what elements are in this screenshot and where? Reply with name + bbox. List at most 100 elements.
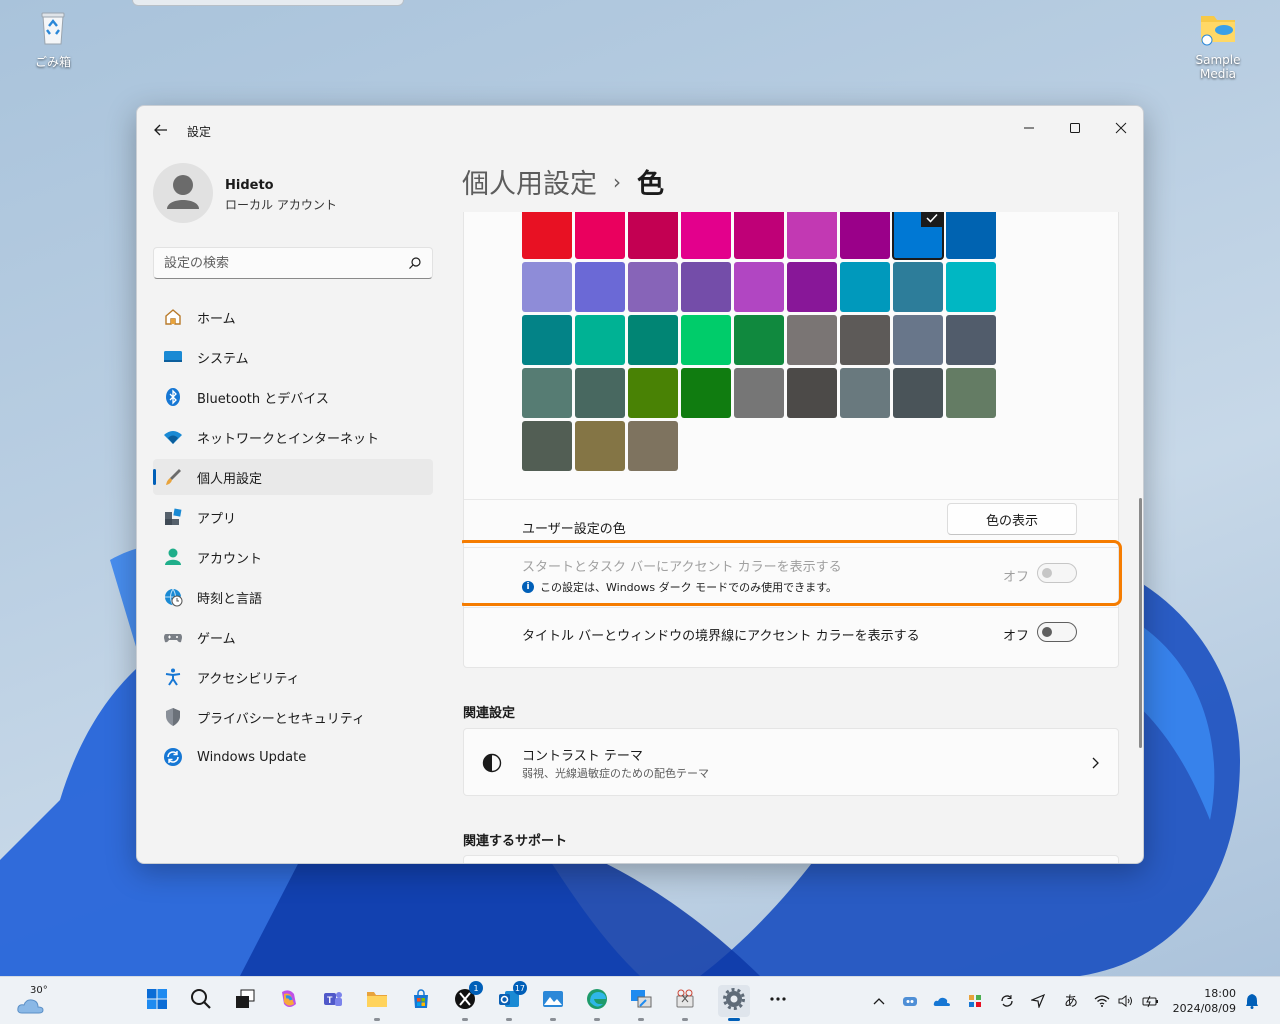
- search-box[interactable]: [153, 247, 433, 279]
- accent-color-swatch[interactable]: [681, 262, 731, 312]
- taskbar-app-file-explorer[interactable]: [361, 985, 393, 1021]
- accent-color-swatch[interactable]: [681, 315, 731, 365]
- sidebar-item-home[interactable]: ホーム: [153, 299, 433, 335]
- sidebar-item-network[interactable]: ネットワークとインターネット: [153, 419, 433, 455]
- taskbar-app-start[interactable]: [141, 985, 173, 1017]
- taskbar-app-task-view[interactable]: [229, 985, 261, 1017]
- tray-app-icon[interactable]: [965, 991, 985, 1011]
- sync-icon[interactable]: [997, 991, 1017, 1011]
- accent-color-swatch[interactable]: [734, 368, 784, 418]
- accent-color-swatch[interactable]: [628, 212, 678, 259]
- sidebar-item-time-language[interactable]: 時刻と言語: [153, 579, 433, 615]
- minimize-button[interactable]: [1006, 112, 1052, 144]
- accent-color-swatch[interactable]: [734, 315, 784, 365]
- accent-color-swatch[interactable]: [840, 212, 890, 259]
- scrollbar[interactable]: [1139, 498, 1142, 748]
- accent-title-bars-toggle[interactable]: [1037, 622, 1077, 642]
- accent-color-swatch[interactable]: [575, 212, 625, 259]
- accent-color-swatch[interactable]: [575, 315, 625, 365]
- accent-color-swatch[interactable]: [522, 368, 572, 418]
- accent-color-swatch[interactable]: [946, 315, 996, 365]
- accent-color-swatch[interactable]: [522, 212, 572, 259]
- recycle-bin[interactable]: ごみ箱: [13, 8, 93, 70]
- show-hidden-icons[interactable]: [869, 991, 889, 1011]
- title-bar: 設定: [137, 106, 1143, 154]
- personalization-icon: [163, 467, 183, 487]
- accent-color-swatch[interactable]: [892, 212, 944, 260]
- taskbar-app-outlook[interactable]: 17: [493, 981, 527, 1021]
- sidebar-item-personalization[interactable]: 個人用設定: [153, 459, 433, 495]
- accent-color-swatch[interactable]: [522, 262, 572, 312]
- taskbar: 30° T 1 17 あ 18:00 2024/08/09: [0, 976, 1280, 1024]
- maximize-button[interactable]: [1052, 112, 1098, 144]
- accent-color-swatch[interactable]: [787, 315, 837, 365]
- close-button[interactable]: [1098, 112, 1143, 144]
- sidebar-item-label: 個人用設定: [197, 471, 263, 487]
- taskbar-app-remote-desktop[interactable]: [625, 985, 657, 1021]
- sidebar-item-bluetooth[interactable]: Bluetooth とデバイス: [153, 379, 433, 415]
- taskbar-app-edge[interactable]: [581, 985, 613, 1021]
- accent-color-swatch[interactable]: [946, 212, 996, 259]
- avatar[interactable]: [153, 163, 213, 223]
- battery-icon[interactable]: [1141, 991, 1161, 1011]
- taskbar-app-store[interactable]: [405, 985, 437, 1017]
- contrast-themes-link[interactable]: コントラスト テーマ 弱視、光線過敏症のための配色テーマ: [463, 728, 1119, 796]
- sidebar-item-accessibility[interactable]: アクセシビリティ: [153, 659, 433, 695]
- accent-color-swatch[interactable]: [575, 421, 625, 471]
- accent-color-swatch[interactable]: [628, 262, 678, 312]
- accent-color-swatch[interactable]: [734, 212, 784, 259]
- volume-icon[interactable]: [1116, 991, 1136, 1011]
- taskbar-app-teams[interactable]: T: [317, 985, 349, 1017]
- taskbar-app-copilot[interactable]: [273, 985, 305, 1017]
- taskbar-app-search[interactable]: [185, 985, 217, 1017]
- search-input[interactable]: [154, 248, 394, 278]
- taskbar-app-snipping-tool[interactable]: [669, 985, 701, 1021]
- sidebar-item-apps[interactable]: アプリ: [153, 499, 433, 535]
- accent-color-swatch[interactable]: [787, 212, 837, 259]
- sidebar-item-system[interactable]: システム: [153, 339, 433, 375]
- taskbar-app-x-app[interactable]: 1: [449, 981, 483, 1021]
- accent-color-swatch[interactable]: [628, 421, 678, 471]
- accent-color-swatch[interactable]: [840, 368, 890, 418]
- ime-mode[interactable]: あ: [1061, 991, 1081, 1011]
- accent-color-swatch[interactable]: [840, 262, 890, 312]
- accent-color-swatch[interactable]: [575, 262, 625, 312]
- accent-color-swatch[interactable]: [946, 368, 996, 418]
- sidebar-item-privacy[interactable]: プライバシーとセキュリティ: [153, 699, 433, 735]
- accent-color-swatch[interactable]: [893, 262, 943, 312]
- breadcrumb-parent[interactable]: 個人用設定: [462, 162, 597, 201]
- tray-copilot-icon[interactable]: [900, 991, 920, 1011]
- weather-widget[interactable]: 30°: [16, 985, 50, 1017]
- accent-color-swatch[interactable]: [787, 368, 837, 418]
- sidebar-item-label: ゲーム: [197, 631, 236, 647]
- wifi-icon[interactable]: [1092, 991, 1112, 1011]
- accent-color-swatch[interactable]: [575, 368, 625, 418]
- taskbar-app-photos[interactable]: [537, 985, 569, 1021]
- accent-color-swatch[interactable]: [893, 368, 943, 418]
- accent-color-swatch[interactable]: [681, 368, 731, 418]
- accent-color-swatch[interactable]: [787, 262, 837, 312]
- onedrive-icon[interactable]: [932, 991, 952, 1011]
- location-icon[interactable]: [1028, 991, 1048, 1011]
- notification-bell-icon[interactable]: [1242, 991, 1262, 1011]
- search-icon[interactable]: [408, 256, 422, 270]
- sidebar-item-windows-update[interactable]: Windows Update: [153, 739, 433, 775]
- accent-color-swatch[interactable]: [522, 315, 572, 365]
- view-colors-button[interactable]: 色の表示: [947, 503, 1077, 535]
- accent-color-swatch[interactable]: [946, 262, 996, 312]
- accent-color-swatch[interactable]: [893, 315, 943, 365]
- accent-color-swatch[interactable]: [734, 262, 784, 312]
- svg-text:T: T: [327, 995, 333, 1005]
- taskbar-app-settings[interactable]: [718, 985, 750, 1021]
- clock[interactable]: 18:00 2024/08/09: [1172, 986, 1236, 1016]
- sample-media-folder[interactable]: Sample Media: [1178, 8, 1258, 81]
- taskbar-app-more[interactable]: [762, 985, 794, 1017]
- accent-color-swatch[interactable]: [522, 421, 572, 471]
- sidebar-item-accounts[interactable]: アカウント: [153, 539, 433, 575]
- sidebar-item-gaming[interactable]: ゲーム: [153, 619, 433, 655]
- back-button[interactable]: [151, 120, 171, 140]
- accent-color-swatch[interactable]: [681, 212, 731, 259]
- accent-color-swatch[interactable]: [840, 315, 890, 365]
- accent-color-swatch[interactable]: [628, 315, 678, 365]
- accent-color-swatch[interactable]: [628, 368, 678, 418]
